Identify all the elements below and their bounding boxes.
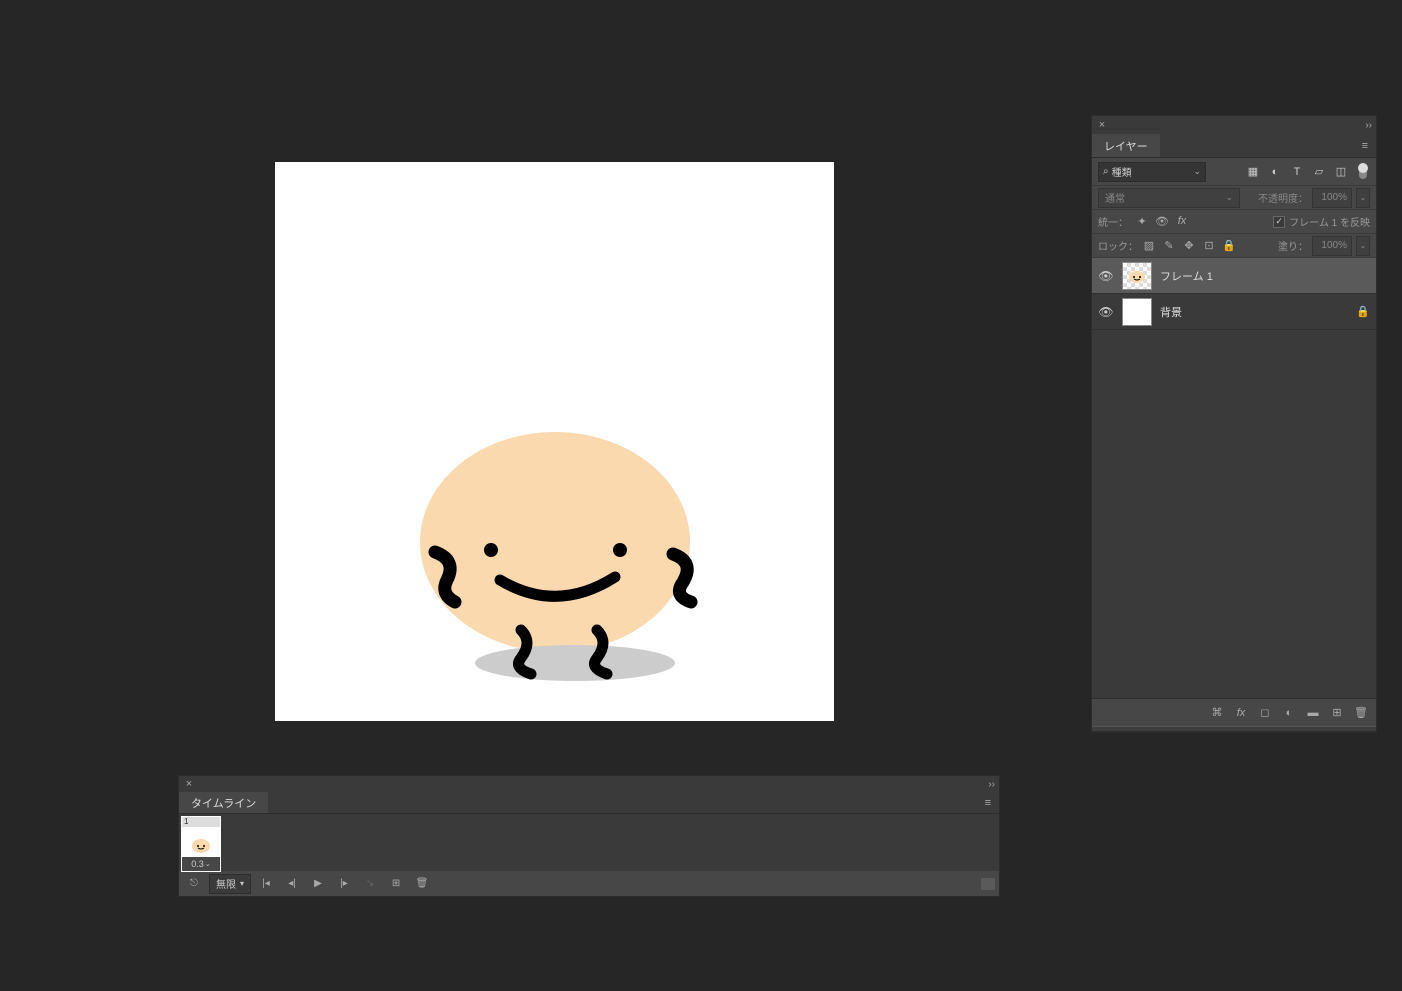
blend-mode-value: 通常 [1105,190,1125,205]
fill-input[interactable]: 100% [1312,236,1352,256]
new-adjustment-icon[interactable]: ◐ [1282,707,1296,719]
visibility-toggle-icon[interactable]: 👁 [1098,304,1114,320]
unify-visibility-icon[interactable]: 👁 [1154,215,1170,228]
next-frame-icon[interactable]: |▸ [333,874,355,894]
layers-panel-header[interactable]: × ›› [1092,116,1376,134]
chevron-down-icon: ⌄ [1225,192,1233,203]
tween-icon[interactable]: ↘ [359,874,381,894]
play-icon[interactable]: ▶ [307,874,329,894]
link-layers-icon[interactable]: ⌘ [1210,706,1224,719]
frame-number: 1 [182,817,220,827]
filter-adjustment-icon[interactable]: ◐ [1268,165,1282,179]
propagate-label: フレーム 1 を反映 [1289,214,1370,229]
layer-fx-icon[interactable]: fx [1234,707,1248,719]
chevron-down-icon: ⌄ [1193,166,1201,177]
lock-row: ロック： ▨ ✎ ✥ ⊡ 🔒 塗り： 100% ⌄ [1092,234,1376,258]
lock-icon[interactable]: 🔒 [1356,305,1370,318]
unify-label: 統一： [1098,214,1128,229]
filter-type-select[interactable]: ⌕ 種類 ⌄ [1098,162,1206,182]
opacity-input[interactable]: 100% [1312,188,1352,208]
filter-shape-icon[interactable]: ▱ [1312,165,1326,179]
panel-menu-icon[interactable]: ≡ [977,797,999,809]
opacity-label: 不透明度： [1258,190,1308,205]
add-mask-icon[interactable]: ◻ [1258,706,1272,719]
panel-resize-handle[interactable] [1092,726,1376,732]
unify-row: 統一： ✦ 👁 fx ✓ フレーム 1 を反映 [1092,210,1376,234]
layer-name[interactable]: 背景 [1160,304,1182,320]
frame-delay-select[interactable]: 0.3⌄ [182,857,220,871]
artwork [275,162,834,721]
layers-tabs: レイヤー ≡ [1092,134,1376,158]
opacity-scrub[interactable]: ⌄ [1356,188,1370,208]
layers-panel: × ›› レイヤー ≡ ⌕ 種類 ⌄ ▦ ◐ T ▱ ◫ 通常 ⌄ [1091,115,1377,733]
collapse-icon[interactable]: ›› [988,779,995,790]
layer-name[interactable]: フレーム 1 [1160,268,1213,284]
delete-frame-icon[interactable]: 🗑 [411,874,433,894]
timeline-controls: ⎋ 無限 ▾ |◂ ◂| ▶ |▸ ↘ ⊞ 🗑 [179,870,999,896]
frame-1[interactable]: 1 0.3⌄ [181,816,221,872]
layer-item-background[interactable]: 👁 背景 🔒 [1092,294,1376,330]
filter-type-text-icon[interactable]: T [1290,165,1304,179]
canvas[interactable] [275,162,834,721]
delete-layer-icon[interactable]: 🗑 [1354,706,1368,719]
close-icon[interactable]: × [1096,119,1108,131]
layer-thumbnail[interactable] [1122,298,1152,326]
layers-list: 👁 フレーム 1 👁 背景 🔒 [1092,258,1376,698]
fill-scrub[interactable]: ⌄ [1356,236,1370,256]
layer-filter-row: ⌕ 種類 ⌄ ▦ ◐ T ▱ ◫ [1092,158,1376,186]
chevron-down-icon: ▾ [240,879,244,888]
lock-position-icon[interactable]: ✥ [1182,239,1196,252]
blend-mode-row: 通常 ⌄ 不透明度： 100% ⌄ [1092,186,1376,210]
timeline-panel: × ›› タイムライン ≡ 1 0.3⌄ ⎋ 無限 ▾ |◂ ◂| ▶ |▸ ↘… [178,775,1000,897]
layer-item-frame1[interactable]: 👁 フレーム 1 [1092,258,1376,294]
frames-strip: 1 0.3⌄ [179,814,999,870]
frame-thumbnail [182,827,220,857]
convert-timeline-icon[interactable]: ⎋ [183,874,205,894]
loop-select[interactable]: 無限 ▾ [209,874,251,894]
propagate-checkbox[interactable]: ✓ [1273,216,1285,228]
new-layer-icon[interactable]: ⊞ [1330,706,1344,719]
new-group-icon[interactable]: ▬ [1306,707,1320,719]
filter-toggle-icon[interactable] [1356,165,1370,179]
lock-transparency-icon[interactable]: ▨ [1142,239,1156,252]
collapse-icon[interactable]: ›› [1365,120,1372,131]
filter-type-label: 種類 [1112,164,1132,179]
lock-artboard-icon[interactable]: ⊡ [1202,239,1216,252]
panel-menu-icon[interactable]: ≡ [1354,140,1376,152]
unify-position-icon[interactable]: ✦ [1134,215,1150,228]
filter-smart-icon[interactable]: ◫ [1334,165,1348,179]
fill-label: 塗り： [1278,238,1308,253]
lock-all-icon[interactable]: 🔒 [1222,239,1236,252]
duplicate-frame-icon[interactable]: ⊞ [385,874,407,894]
close-icon[interactable]: × [183,778,195,790]
prev-frame-icon[interactable]: ◂| [281,874,303,894]
tab-layers[interactable]: レイヤー [1092,134,1160,157]
chevron-down-icon: ⌄ [205,860,211,868]
blend-mode-select[interactable]: 通常 ⌄ [1098,188,1240,208]
timeline-scrollbar[interactable] [981,878,995,890]
layer-thumbnail[interactable] [1122,262,1152,290]
lock-label: ロック： [1098,238,1138,253]
filter-pixel-icon[interactable]: ▦ [1246,165,1260,179]
first-frame-icon[interactable]: |◂ [255,874,277,894]
visibility-toggle-icon[interactable]: 👁 [1098,268,1114,284]
search-icon: ⌕ [1103,166,1109,177]
timeline-panel-header[interactable]: × ›› [179,776,999,792]
layers-footer: ⌘ fx ◻ ◐ ▬ ⊞ 🗑 [1092,698,1376,726]
unify-style-icon[interactable]: fx [1174,215,1190,228]
lock-pixels-icon[interactable]: ✎ [1162,239,1176,252]
timeline-tabs: タイムライン ≡ [179,792,999,814]
tab-timeline[interactable]: タイムライン [179,792,268,813]
loop-label: 無限 [216,876,236,891]
filter-type-icons: ▦ ◐ T ▱ ◫ [1246,165,1370,179]
